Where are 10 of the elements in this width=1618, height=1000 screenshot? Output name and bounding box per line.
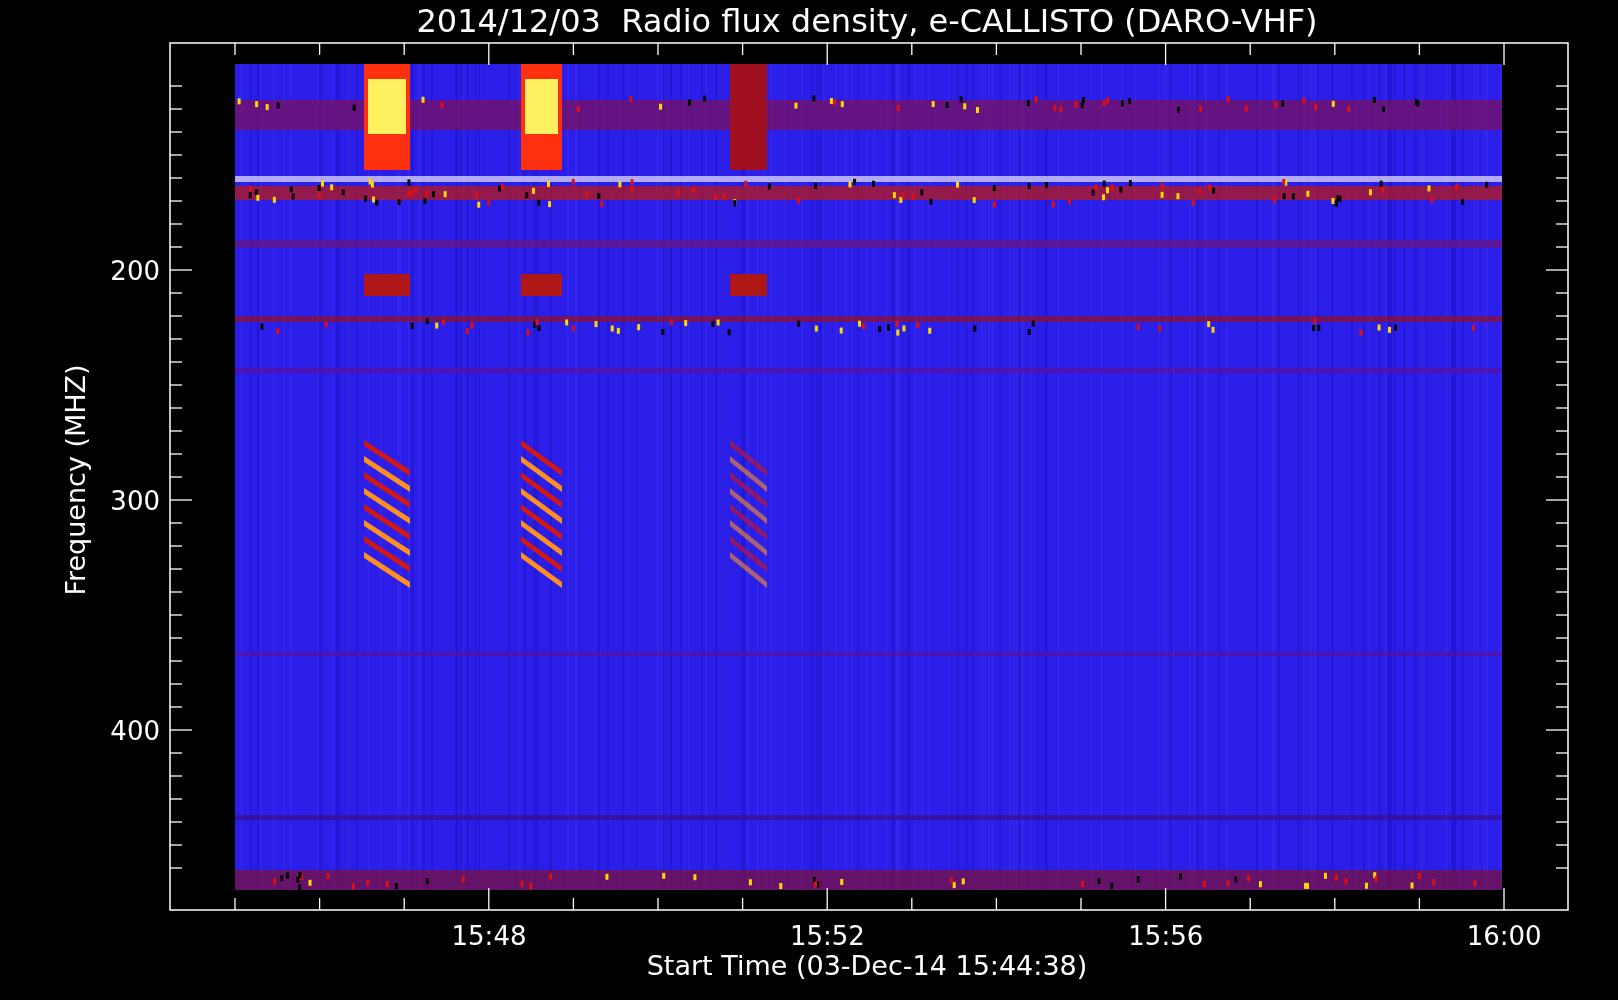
x-tick-label: 16:00 <box>1466 921 1542 951</box>
chart-title: 2014/12/03 Radio flux density, e-CALLISTO (DARO-VHF) <box>416 2 1318 40</box>
x-axis-label: Start Time (03-Dec-14 15:44:38) <box>646 950 1088 981</box>
y-tick-label: 400 <box>110 716 160 746</box>
x-tick-label: 15:52 <box>789 921 865 951</box>
y-tick-label: 300 <box>110 486 160 516</box>
x-tick-label: 15:56 <box>1128 921 1204 951</box>
y-tick-label: 200 <box>110 256 160 286</box>
x-tick-label: 15:48 <box>451 921 527 951</box>
y-axis-label: Frequency (MHZ) <box>60 364 91 596</box>
